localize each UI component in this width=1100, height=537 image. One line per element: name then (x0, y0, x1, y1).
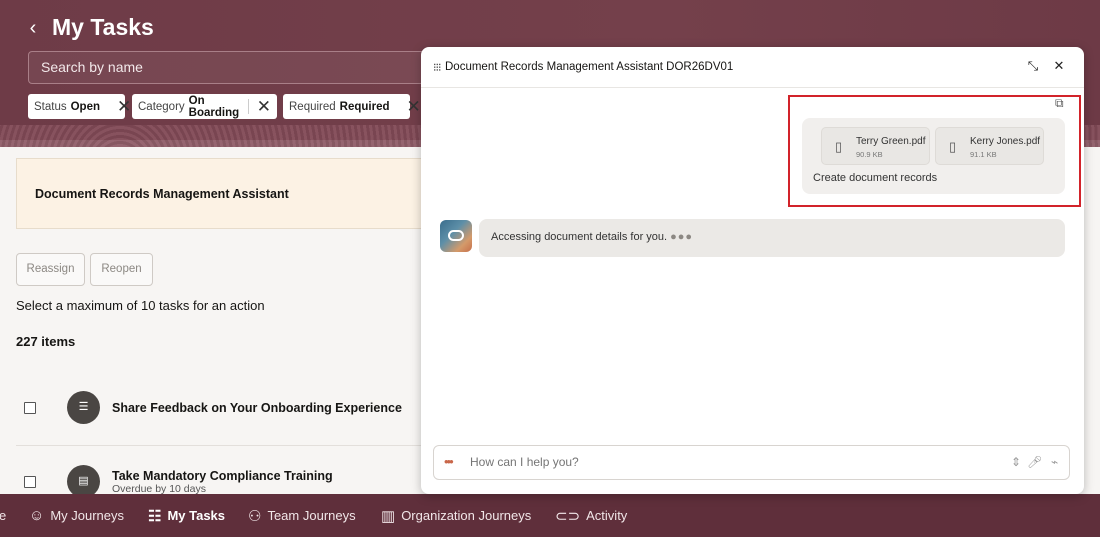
person-icon: ☺ (29, 507, 45, 524)
close-icon[interactable]: ✕ (407, 98, 421, 115)
reassign-button[interactable]: Reassign (16, 253, 85, 286)
filter-key: Status (34, 100, 67, 113)
page-title: My Tasks (52, 14, 154, 40)
assistant-header: ⁝⁝⁝ Document Records Management Assistan… (421, 47, 1084, 88)
filter-chip-required[interactable]: Required Required ✕ (283, 94, 421, 119)
grid-icon[interactable]: ⁝⁝⁝ (433, 61, 441, 74)
reopen-button[interactable]: Reopen (90, 253, 153, 286)
back-button[interactable]: ‹ (22, 17, 44, 39)
assistant-message-body: Accessing document details for you. (491, 231, 668, 243)
task-title[interactable]: Take Mandatory Compliance Training (112, 469, 333, 483)
building-icon: ▥ (381, 507, 396, 525)
nav-item-organization-journeys[interactable]: ▥ Organization Journeys (381, 494, 531, 537)
task-subtitle: Overdue by 10 days (112, 483, 206, 494)
chat-input-box[interactable]: ••• ⇕ 🎤︎ ⌁ (433, 445, 1070, 480)
task-row[interactable]: ☰ Share Feedback on Your Onboarding Expe… (16, 391, 426, 431)
chat-input[interactable] (470, 455, 990, 469)
assistant-title: Document Records Management Assistant DO… (445, 61, 734, 73)
filter-value: Open (70, 100, 100, 113)
assistant-message-text: Accessing document details for you. ●●● (491, 231, 693, 243)
nav-item-my-journeys[interactable]: ☺ My Journeys (29, 494, 124, 537)
chip-separator (248, 99, 249, 114)
selection-info: Select a maximum of 10 tasks for an acti… (16, 298, 265, 313)
task-title[interactable]: Share Feedback on Your Onboarding Experi… (112, 401, 402, 415)
assistant-panel: ⁝⁝⁝ Document Records Management Assistan… (421, 47, 1084, 494)
close-icon[interactable]: ✕ (257, 98, 271, 115)
typing-indicator-icon: ●●● (670, 231, 694, 243)
nav-item-my-tasks[interactable]: ☷ My Tasks (148, 494, 225, 537)
link-icon: ⊂⊃ (555, 507, 581, 525)
task-checkbox[interactable] (24, 476, 36, 488)
checklist-icon: ☰ (67, 391, 100, 424)
nav-item-activity[interactable]: ⊂⊃ Activity (555, 494, 627, 537)
filter-value: On Boarding (188, 94, 240, 119)
assistant-banner[interactable]: Document Records Management Assistant (16, 158, 426, 229)
nav-label: Organization Journeys (401, 508, 532, 523)
avatar-ring (448, 230, 464, 241)
checklist-icon: ☷ (148, 507, 162, 525)
task-checkbox[interactable] (24, 402, 36, 414)
filter-value: Required (339, 100, 390, 113)
banner-text: Document Records Management Assistant (35, 187, 289, 201)
nav-label: Team Journeys (267, 508, 356, 523)
microphone-icon[interactable]: 🎤︎ (1027, 455, 1042, 469)
search-input[interactable]: Search by name (28, 51, 428, 84)
nav-label: e (0, 508, 7, 523)
document-icon: ▤ (67, 465, 100, 494)
row-divider (16, 445, 426, 446)
nav-label: My Tasks (167, 508, 226, 523)
nav-label: Activity (586, 508, 628, 523)
nav-item-team-journeys[interactable]: ⚇ Team Journeys (248, 494, 356, 537)
assistant-dots-icon: ••• (444, 454, 454, 469)
minimize-icon[interactable]: ⤡ (1024, 58, 1042, 76)
nav-label: My Journeys (50, 508, 125, 523)
highlight-box (788, 95, 1081, 207)
stepper-icon[interactable]: ⇕ (1011, 455, 1021, 469)
filter-chip-status[interactable]: Status Open ✕ (28, 94, 131, 119)
filter-chip-category[interactable]: Category On Boarding ✕ (132, 94, 277, 119)
assistant-avatar (440, 220, 472, 252)
paperclip-icon[interactable]: ⌁ (1051, 455, 1058, 469)
item-count: 227 items (16, 334, 76, 349)
task-row[interactable]: ▤ Take Mandatory Compliance Training Ove… (16, 465, 426, 494)
close-icon[interactable]: ✕ (117, 98, 131, 115)
nav-item-truncated[interactable]: e (0, 494, 6, 537)
close-icon[interactable]: ✕ (1050, 58, 1068, 76)
filter-key: Category (138, 100, 185, 113)
hierarchy-icon: ⚇ (248, 507, 262, 525)
assistant-message: Accessing document details for you. ●●● (479, 219, 1065, 257)
filter-key: Required (289, 100, 336, 113)
bottom-nav: e ☺ My Journeys ☷ My Tasks ⚇ Team Journeys … (0, 494, 1100, 537)
